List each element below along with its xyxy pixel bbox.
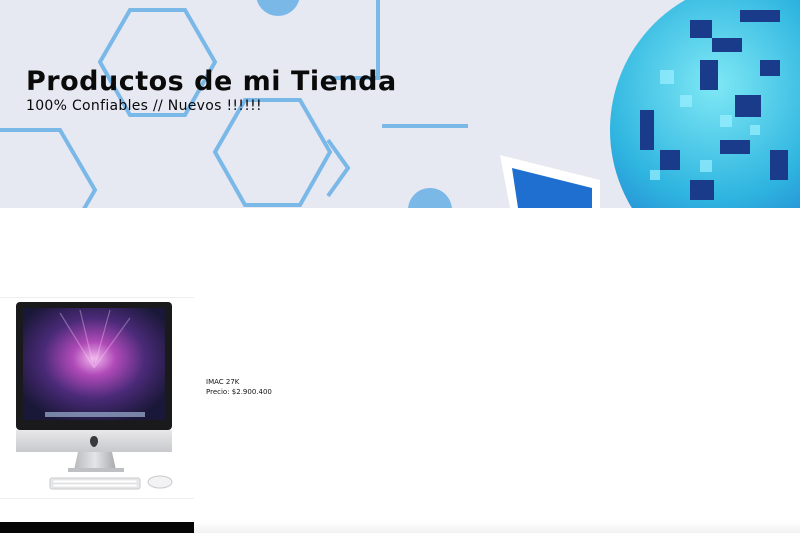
- page: Productos de mi Tienda 100% Confiables /…: [0, 0, 800, 533]
- page-subtitle: 100% Confiables // Nuevos !!!!!!: [26, 98, 262, 114]
- header-banner: Productos de mi Tienda 100% Confiables /…: [0, 0, 800, 208]
- product-name: IMAC 27K: [206, 378, 240, 386]
- footer-bar: [0, 522, 194, 533]
- product-info: IMAC 27K Precio: $2.900.400: [206, 377, 272, 397]
- footer-shadow: [194, 522, 800, 533]
- page-title: Productos de mi Tienda: [26, 66, 397, 97]
- imac-computer-image: [16, 302, 173, 490]
- product-image[interactable]: [0, 297, 194, 499]
- product-price: Precio: $2.900.400: [206, 388, 272, 396]
